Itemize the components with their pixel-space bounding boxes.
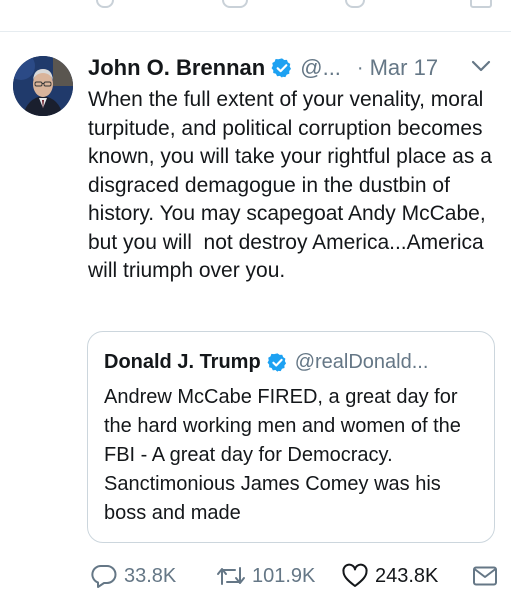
tweet-actions: 33.8K 101.9K 243.8K bbox=[88, 560, 503, 592]
prev-reply-icon[interactable] bbox=[96, 0, 114, 8]
quoted-tweet-text: Andrew McCabe FIRED, a great day for the… bbox=[104, 386, 467, 524]
quoted-author-name: Donald J. Trump bbox=[104, 350, 261, 373]
header-separator: · bbox=[356, 56, 364, 79]
verified-badge-icon bbox=[271, 58, 292, 78]
previous-tweet-actions bbox=[0, 0, 511, 8]
verified-badge-icon bbox=[267, 352, 286, 372]
reply-icon bbox=[91, 564, 117, 588]
quoted-tweet-header: Donald J. Trump @realDonald... bbox=[104, 347, 428, 377]
tweet-text: When the full extent of your venality, m… bbox=[88, 88, 498, 282]
tweet-header: John O. Brennan @... · Mar 17 bbox=[88, 52, 498, 84]
chevron-down-icon[interactable] bbox=[470, 57, 492, 75]
retweet-count: 101.9K bbox=[252, 564, 316, 587]
direct-message-button[interactable] bbox=[472, 560, 498, 592]
avatar-photo bbox=[13, 56, 73, 116]
quoted-tweet-card[interactable]: Donald J. Trump @realDonald... Andrew Mc… bbox=[87, 331, 495, 543]
direct-message-icon bbox=[473, 566, 497, 586]
author-handle[interactable]: @... bbox=[300, 55, 341, 81]
tweet-divider bbox=[0, 31, 511, 32]
tweet-date[interactable]: Mar 17 bbox=[370, 55, 438, 81]
like-button[interactable]: 243.8K bbox=[341, 560, 438, 592]
reply-button[interactable]: 33.8K bbox=[90, 560, 176, 592]
avatar[interactable] bbox=[13, 56, 73, 116]
quoted-author-handle: @realDonald... bbox=[294, 350, 429, 373]
retweet-icon bbox=[217, 567, 245, 585]
like-count: 243.8K bbox=[375, 564, 439, 587]
reply-count: 33.8K bbox=[124, 564, 177, 587]
prev-heart-icon[interactable] bbox=[345, 0, 365, 8]
tweet-view: John O. Brennan @... · Mar 17 When the f… bbox=[0, 0, 511, 600]
prev-message-icon[interactable] bbox=[470, 0, 492, 8]
author-name[interactable]: John O. Brennan bbox=[88, 55, 265, 81]
prev-retweet-icon[interactable] bbox=[222, 0, 248, 8]
heart-icon bbox=[342, 563, 368, 587]
retweet-button[interactable]: 101.9K bbox=[216, 560, 315, 592]
